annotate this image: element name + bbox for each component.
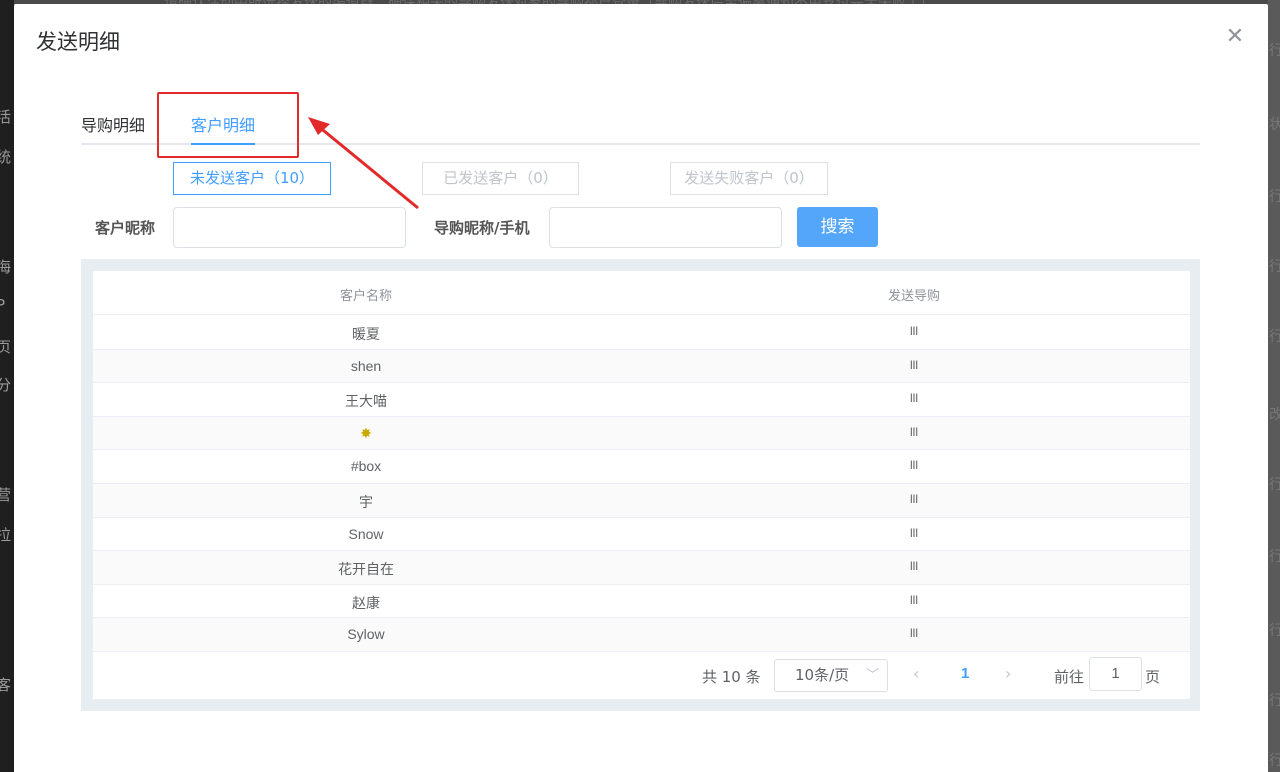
close-icon[interactable]: ✕	[1224, 26, 1246, 48]
sending-guide-cell: lll	[910, 357, 918, 372]
page-number[interactable]: 1	[961, 665, 969, 682]
table-row: 王大喵 lll	[93, 383, 1190, 417]
background-fragment: 行	[1269, 43, 1280, 59]
page-size-select[interactable]: 10条/页 ﹀	[774, 659, 888, 692]
chevron-left-icon[interactable]: ‹	[913, 664, 919, 683]
background-fragment: 行	[1269, 623, 1280, 639]
background-fragment: 行	[1269, 549, 1280, 565]
customer-name-cell: 暖夏	[352, 326, 380, 342]
customer-name-cell: 赵康	[352, 594, 380, 611]
filter-failed-customers-button[interactable]: 发送失败客户（0）	[670, 162, 828, 195]
column-header-sending-guide: 发送导购	[887, 289, 941, 304]
background-fragment: 客	[0, 676, 12, 694]
table-row: 赵康 lll	[93, 585, 1190, 619]
table-row: ✸ lll	[93, 416, 1190, 451]
customer-name-cell: 花开自在	[338, 561, 394, 578]
background-fragment: 页	[0, 338, 12, 356]
sending-guide-cell: lll	[910, 626, 918, 641]
customer-name-cell: shen	[350, 357, 382, 374]
chevron-down-icon: ﹀	[865, 668, 879, 683]
table-row: 暖夏 lll	[93, 316, 1190, 350]
background-fragment: 活	[0, 108, 12, 126]
background-fragment: 营	[0, 486, 12, 504]
pagination: 共 10 条 10条/页 ﹀ ‹ 1 › 前往 1 页	[93, 653, 1190, 699]
dialog-title: 发送明细	[36, 30, 120, 54]
filter-sent-customers-button[interactable]: 已发送客户（0）	[422, 162, 579, 195]
customer-nickname-label: 客户昵称	[95, 219, 156, 237]
table-row: 花开自在 lll	[93, 551, 1190, 585]
customer-name-cell: 宇	[359, 493, 373, 510]
table-row: 宇 lll	[93, 483, 1190, 518]
background-fragment: P	[0, 296, 6, 314]
background-fragment: 行	[1269, 189, 1280, 205]
background-sidebar: 活 统 海 P 页 分 营 拉 客	[0, 0, 14, 772]
search-button[interactable]: 搜索	[797, 207, 878, 247]
sending-guide-cell: lll	[910, 525, 918, 540]
background-fragment: 状	[1269, 117, 1280, 133]
annotation-highlight-box	[157, 92, 299, 158]
tab-guide-detail[interactable]: 导购明细	[81, 112, 145, 136]
background-fragment: 行	[1269, 329, 1280, 345]
page-size-value: 10条/页	[795, 666, 850, 684]
sending-guide-cell: lll	[910, 491, 918, 506]
chevron-right-icon[interactable]: ›	[1005, 664, 1011, 683]
filter-unsent-customers-button[interactable]: 未发送客户（10）	[173, 162, 331, 195]
guide-nickname-phone-label: 导购昵称/手机	[434, 219, 530, 237]
customer-name-cell: #box	[350, 458, 382, 475]
goto-label: 前往	[1054, 668, 1085, 686]
background-fragment: 行	[1269, 259, 1280, 275]
sending-guide-cell: lll	[910, 592, 918, 607]
table-row: shen lll	[93, 349, 1190, 384]
background-fragment: 改	[1269, 407, 1280, 423]
total-count: 共 10 条	[702, 668, 761, 686]
customer-name-cell: ✸	[360, 424, 372, 441]
table-header: 客户名称 发送导购	[93, 271, 1190, 315]
table-body: 暖夏 lll shen lll 王大喵 lll ✸ lll #box lll 宇 lll S…	[93, 316, 1190, 652]
sending-guide-cell: lll	[910, 391, 918, 406]
customer-name-cell: Snow	[348, 525, 384, 542]
customer-name-cell: Sylow	[347, 626, 385, 643]
table-row: #box lll	[93, 450, 1190, 484]
sending-guide-cell: lll	[910, 324, 918, 338]
background-fragment: 海	[0, 258, 12, 276]
background-fragment: 行	[1269, 693, 1280, 709]
customer-nickname-input[interactable]	[173, 207, 406, 248]
table-row: Sylow lll	[93, 618, 1190, 652]
customer-table: 客户名称 发送导购 暖夏 lll shen lll 王大喵 lll ✸ lll #box…	[93, 271, 1190, 699]
guide-nickname-phone-input[interactable]	[549, 207, 782, 248]
goto-page-input[interactable]: 1	[1089, 657, 1142, 691]
background-fragment: 拉	[0, 526, 12, 544]
sending-guide-cell: lll	[910, 458, 918, 473]
customer-table-container: 客户名称 发送导购 暖夏 lll shen lll 王大喵 lll ✸ lll #box…	[81, 259, 1200, 711]
sending-guide-cell: lll	[910, 559, 918, 574]
customer-name-cell: 王大喵	[345, 393, 387, 410]
send-detail-dialog: 发送明细 ✕ 导购明细 客户明细 未发送客户（10） 已发送客户（0） 发送失败…	[14, 4, 1268, 772]
background-fragment: 行	[1269, 477, 1280, 493]
goto-suffix: 页	[1145, 668, 1161, 686]
table-row: Snow lll	[93, 518, 1190, 552]
column-header-customer-name: 客户名称	[339, 289, 393, 304]
background-right-column: 状 行 行 行 行 改 行 行 行 行 行	[1268, 0, 1280, 772]
sending-guide-cell: lll	[910, 424, 918, 439]
background-fragment: 统	[0, 148, 12, 166]
background-fragment: 行	[1269, 753, 1280, 769]
background-fragment: 分	[0, 376, 12, 394]
